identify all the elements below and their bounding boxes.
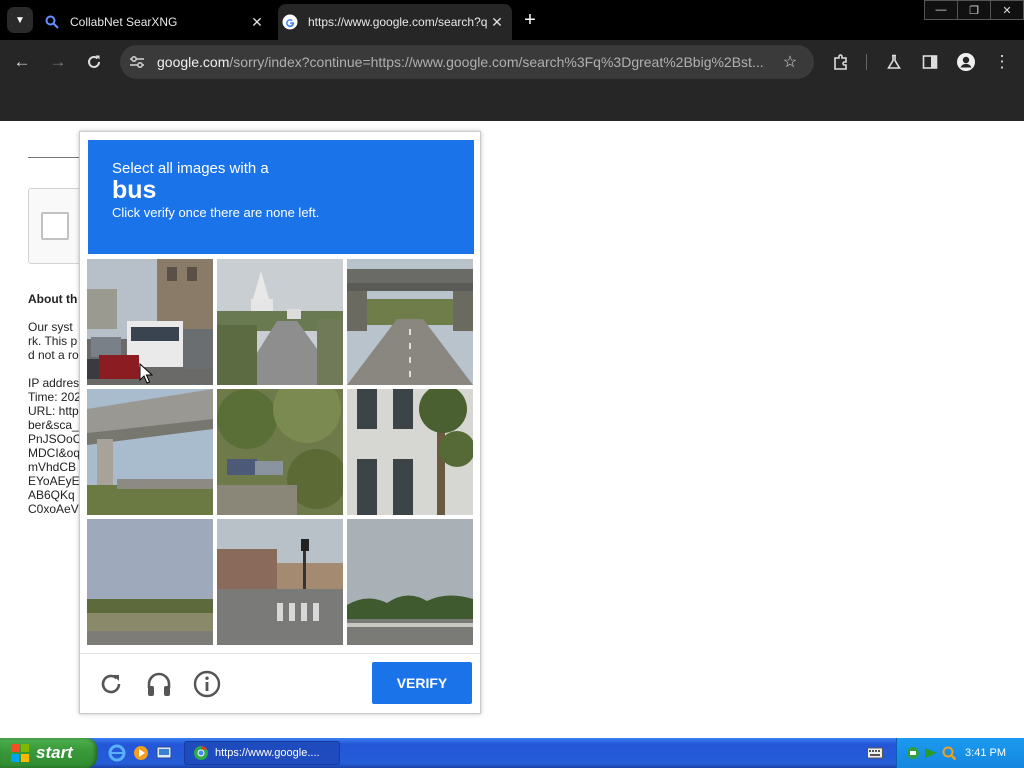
show-desktop-icon[interactable] bbox=[155, 744, 173, 762]
clock: 3:41 PM bbox=[965, 747, 1006, 759]
extensions-puzzle-icon[interactable] bbox=[829, 50, 853, 74]
arrow-tray-icon[interactable] bbox=[923, 745, 939, 761]
image-tile-8[interactable] bbox=[217, 519, 343, 645]
image-grid bbox=[87, 259, 473, 645]
bookmark-star-icon[interactable]: ☆ bbox=[780, 52, 800, 72]
tab-close-icon[interactable]: ✕ bbox=[488, 13, 506, 31]
google-g-icon bbox=[282, 14, 298, 30]
tab-collabnet-searxng[interactable]: CollabNet SearXNG ✕ bbox=[40, 4, 272, 40]
text-line: AB6QKq bbox=[28, 488, 75, 502]
text-line bbox=[28, 362, 81, 376]
text-line: d not a ro bbox=[28, 348, 79, 362]
profile-avatar-icon[interactable] bbox=[954, 50, 978, 74]
challenge-sub-instruction: Click verify once there are none left. bbox=[112, 205, 320, 220]
recaptcha-challenge: Select all images with a bus Click verif… bbox=[79, 131, 481, 714]
windows-logo-icon bbox=[11, 744, 29, 762]
challenge-instruction: Select all images with a bbox=[112, 160, 269, 177]
image-tile-5[interactable] bbox=[217, 389, 343, 515]
tab-close-icon[interactable]: ✕ bbox=[248, 13, 266, 31]
sorry-page-text: Our syst rk. This p d not a ro IP addres… bbox=[28, 320, 81, 516]
new-tab-button[interactable]: + bbox=[520, 10, 540, 30]
mouse-cursor-icon bbox=[139, 363, 153, 384]
audio-headphones-icon[interactable] bbox=[144, 669, 174, 699]
more-menu-icon[interactable]: ⋮ bbox=[990, 50, 1014, 74]
image-tile-7[interactable] bbox=[87, 519, 213, 645]
address-url[interactable]: google.com/sorry/index?continue=https://… bbox=[157, 54, 775, 70]
text-line: C0xoAeV bbox=[28, 502, 79, 516]
reload-icon[interactable] bbox=[96, 669, 126, 699]
info-icon[interactable] bbox=[192, 669, 222, 699]
tab-title: https://www.google.com/search?q bbox=[308, 15, 488, 29]
side-panel-icon[interactable] bbox=[918, 50, 942, 74]
browser-toolbar: ← → google.com/sorry/index?continue=http… bbox=[0, 40, 1024, 84]
image-tile-2[interactable] bbox=[217, 259, 343, 385]
chrome-icon bbox=[194, 745, 208, 760]
verify-button[interactable]: VERIFY bbox=[372, 662, 472, 704]
text-line: Time: 202 bbox=[28, 390, 81, 404]
tab-google-search[interactable]: https://www.google.com/search?q ✕ bbox=[278, 4, 512, 40]
footer-divider bbox=[80, 653, 480, 654]
bookmarks-bar bbox=[0, 84, 1024, 121]
text-line: ber&sca_ bbox=[28, 418, 79, 432]
taskbar: start https://www.google.... 3:41 PM bbox=[0, 738, 1024, 768]
media-player-icon[interactable] bbox=[132, 744, 150, 762]
taskbar-window-button[interactable]: https://www.google.... bbox=[184, 741, 340, 765]
tab-search-menu-button[interactable]: ▼ bbox=[7, 7, 33, 33]
about-heading: About th bbox=[28, 292, 78, 306]
text-line: MDCI&oq bbox=[28, 446, 81, 460]
search-tray-icon[interactable] bbox=[941, 745, 957, 761]
keyboard-language-icon[interactable] bbox=[867, 746, 883, 760]
address-bar[interactable]: google.com/sorry/index?continue=https://… bbox=[120, 45, 814, 79]
labs-flask-icon[interactable] bbox=[882, 50, 906, 74]
network-icon[interactable] bbox=[905, 745, 921, 761]
tab-strip: ▼ CollabNet SearXNG ✕ https://www.google… bbox=[0, 0, 1024, 40]
text-line: rk. This p bbox=[28, 334, 78, 348]
not-a-robot-checkbox[interactable] bbox=[41, 212, 69, 240]
tab-title: CollabNet SearXNG bbox=[70, 15, 178, 29]
image-tile-3[interactable] bbox=[347, 259, 473, 385]
system-tray: 3:41 PM bbox=[896, 738, 1024, 768]
site-info-icon[interactable] bbox=[128, 53, 146, 71]
url-host: google.com bbox=[157, 54, 230, 70]
image-tile-9[interactable] bbox=[347, 519, 473, 645]
window-controls: — ❐ ✕ bbox=[924, 0, 1024, 20]
restore-button[interactable]: ❐ bbox=[957, 0, 991, 20]
text-line: mVhdCB bbox=[28, 460, 77, 474]
text-line: URL: http bbox=[28, 404, 79, 418]
start-label: start bbox=[36, 743, 73, 762]
back-arrow-icon[interactable]: ← bbox=[10, 50, 34, 74]
reload-icon[interactable] bbox=[82, 50, 106, 74]
challenge-header: Select all images with a bus Click verif… bbox=[88, 140, 474, 254]
forward-arrow-icon[interactable]: → bbox=[46, 50, 70, 74]
text-line: PnJSOoC bbox=[28, 432, 82, 446]
taskbar-window-title: https://www.google.... bbox=[215, 747, 320, 759]
start-button[interactable]: start bbox=[0, 738, 97, 768]
text-line: Our syst bbox=[28, 320, 73, 334]
image-tile-4[interactable] bbox=[87, 389, 213, 515]
close-window-button[interactable]: ✕ bbox=[990, 0, 1024, 20]
minimize-button[interactable]: — bbox=[924, 0, 958, 20]
internet-explorer-icon[interactable] bbox=[108, 744, 126, 762]
search-icon bbox=[44, 14, 60, 30]
text-line: EYoAEyE bbox=[28, 474, 80, 488]
url-path: /sorry/index?continue=https://www.google… bbox=[229, 54, 764, 70]
challenge-target: bus bbox=[112, 176, 157, 204]
image-tile-6[interactable] bbox=[347, 389, 473, 515]
text-line: IP addres bbox=[28, 376, 80, 390]
toolbar-divider bbox=[866, 54, 867, 70]
